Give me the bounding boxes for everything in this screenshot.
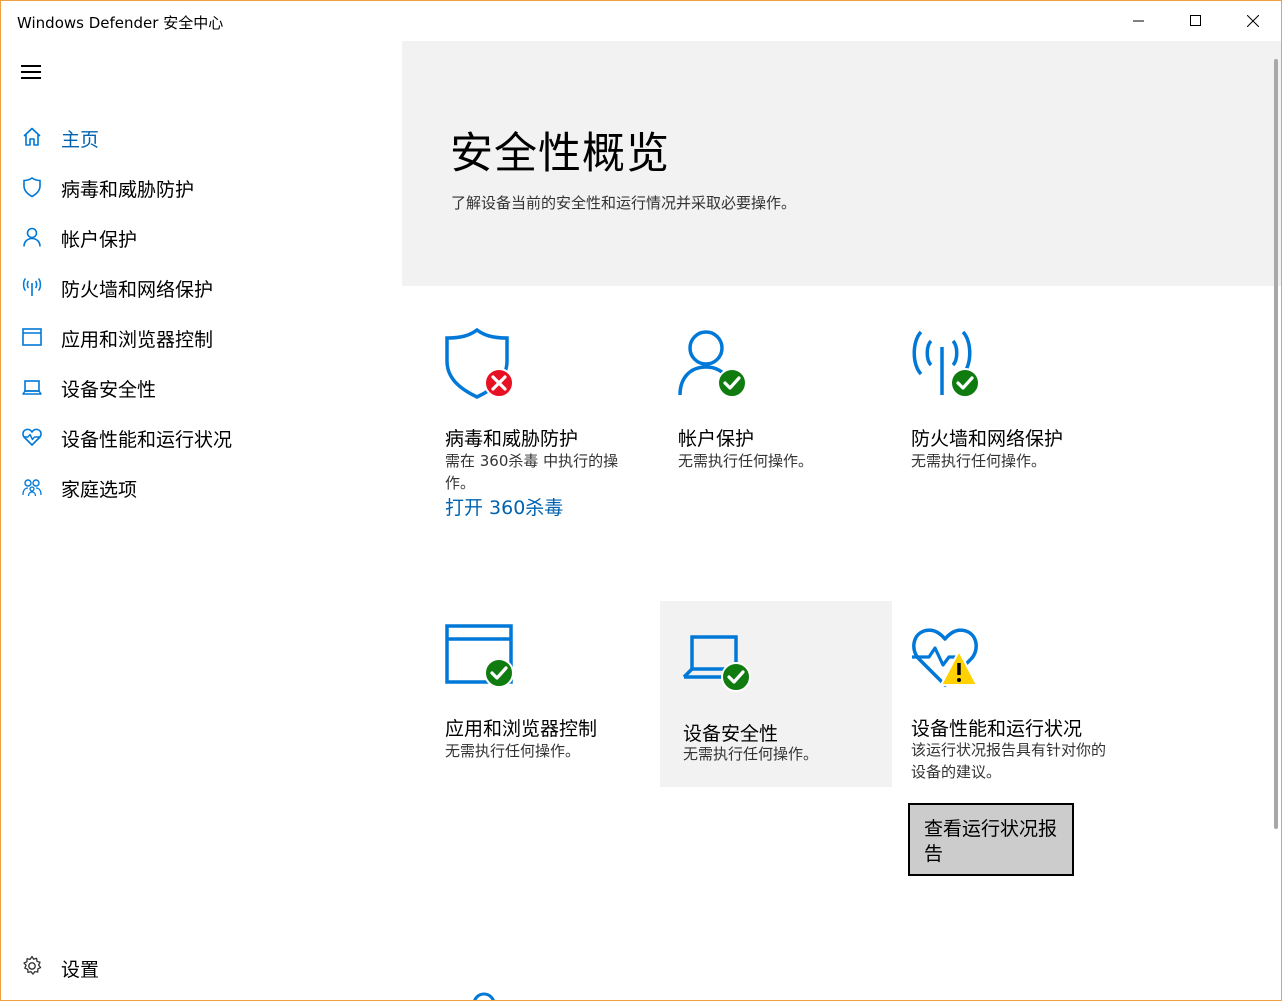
sidebar-item-device-security[interactable]: 设备安全性 bbox=[1, 364, 402, 408]
home-icon bbox=[23, 127, 41, 146]
sidebar-item-label: 病毒和威胁防护 bbox=[61, 179, 195, 201]
heart-pulse-icon bbox=[22, 428, 42, 446]
tile-description: 无需执行任何操作。 bbox=[683, 745, 819, 763]
person-icon bbox=[473, 992, 495, 1000]
tile-account-protection[interactable]: 帐户保护 无需执行任何操作。 bbox=[659, 311, 891, 491]
tile-device-security[interactable]: 设备安全性 无需执行任何操作。 bbox=[660, 601, 892, 787]
browser-window-icon bbox=[22, 328, 42, 346]
wireless-antenna-icon bbox=[912, 330, 980, 398]
tile-title: 防火墙和网络保护 bbox=[911, 428, 1064, 450]
page-subtitle: 了解设备当前的安全性和运行情况并采取必要操作。 bbox=[451, 194, 797, 212]
sidebar-item-label: 设备性能和运行状况 bbox=[61, 429, 233, 451]
ok-badge-icon bbox=[950, 368, 980, 398]
ok-badge-icon bbox=[484, 658, 514, 688]
sidebar-item-firewall[interactable]: 防火墙和网络保护 bbox=[1, 264, 402, 308]
sidebar-item-device-health[interactable]: 设备性能和运行状况 bbox=[1, 414, 402, 458]
tile-description: 无需执行任何操作。 bbox=[445, 742, 581, 760]
tile-device-health[interactable]: 设备性能和运行状况 该运行状况报告具有针对你的设备的建议。 bbox=[892, 601, 1124, 791]
sidebar-item-label: 设备安全性 bbox=[61, 379, 157, 401]
sidebar-item-home[interactable]: 主页 bbox=[1, 114, 402, 158]
sidebar-item-virus-protection[interactable]: 病毒和威胁防护 bbox=[1, 164, 402, 208]
tile-title: 病毒和威胁防护 bbox=[445, 428, 579, 450]
laptop-icon bbox=[682, 635, 751, 692]
sidebar-item-label: 设置 bbox=[61, 959, 100, 981]
ok-badge-icon bbox=[717, 368, 747, 398]
tile-virus-protection[interactable]: 病毒和威胁防护 需在 360杀毒 中执行的操作。 打开 360杀毒 bbox=[426, 311, 658, 531]
overview-header: 安全性概览 了解设备当前的安全性和运行情况并采取必要操作。 bbox=[402, 41, 1281, 286]
close-icon bbox=[1246, 15, 1259, 27]
minimize-icon bbox=[1132, 20, 1144, 22]
open-360-link[interactable]: 打开 360杀毒 bbox=[445, 493, 563, 520]
maximize-icon bbox=[1189, 15, 1201, 26]
sidebar-item-label: 应用和浏览器控制 bbox=[61, 329, 214, 351]
sidebar: 主页 病毒和威胁防护 帐户保护 防火墙和网络保护 应用和浏览器控制 设备安全性 … bbox=[1, 41, 402, 1000]
tile-description: 无需执行任何操作。 bbox=[911, 452, 1047, 470]
shield-icon bbox=[23, 177, 41, 198]
family-icon bbox=[22, 479, 42, 497]
tile-description: 需在 360杀毒 中执行的操作。 bbox=[445, 452, 619, 492]
heart-pulse-icon bbox=[912, 628, 978, 687]
sidebar-item-label: 主页 bbox=[61, 129, 100, 151]
hamburger-icon[interactable] bbox=[21, 65, 43, 81]
sidebar-item-app-browser-control[interactable]: 应用和浏览器控制 bbox=[1, 314, 402, 358]
tile-title: 应用和浏览器控制 bbox=[445, 718, 598, 740]
window-title: Windows Defender 安全中心 bbox=[17, 14, 224, 32]
gear-icon bbox=[23, 955, 42, 975]
page-title: 安全性概览 bbox=[450, 129, 670, 179]
title-bar: Windows Defender 安全中心 bbox=[1, 1, 1281, 41]
sidebar-item-account-protection[interactable]: 帐户保护 bbox=[1, 214, 402, 258]
tile-description: 无需执行任何操作。 bbox=[678, 452, 814, 470]
vertical-scrollbar[interactable] bbox=[1274, 59, 1278, 829]
sidebar-item-label: 防火墙和网络保护 bbox=[61, 279, 214, 301]
wireless-antenna-icon bbox=[22, 277, 42, 296]
sidebar-item-label: 家庭选项 bbox=[61, 479, 138, 501]
person-icon bbox=[23, 227, 41, 247]
maximize-button[interactable] bbox=[1167, 1, 1224, 41]
minimize-button[interactable] bbox=[1110, 1, 1167, 41]
browser-window-icon bbox=[445, 624, 514, 688]
close-button[interactable] bbox=[1224, 1, 1281, 41]
tile-app-browser-control[interactable]: 应用和浏览器控制 无需执行任何操作。 bbox=[426, 601, 658, 786]
tile-title: 设备安全性 bbox=[683, 723, 779, 745]
view-health-report-button[interactable]: 查看运行状况报告 bbox=[908, 803, 1074, 876]
sidebar-item-settings[interactable]: 设置 bbox=[1, 945, 402, 989]
tile-firewall[interactable]: 防火墙和网络保护 无需执行任何操作。 bbox=[892, 311, 1124, 491]
app-window: Windows Defender 安全中心 主页 病毒和威胁防护 帐户保护 防火… bbox=[0, 0, 1282, 1001]
person-icon bbox=[678, 330, 747, 398]
tile-title: 设备性能和运行状况 bbox=[911, 718, 1083, 740]
sidebar-item-family-options[interactable]: 家庭选项 bbox=[1, 464, 402, 508]
laptop-icon bbox=[22, 380, 42, 395]
sidebar-item-label: 帐户保护 bbox=[61, 229, 138, 251]
tile-title: 帐户保护 bbox=[678, 428, 755, 450]
shield-icon bbox=[445, 327, 514, 399]
tile-description: 该运行状况报告具有针对你的设备的建议。 bbox=[911, 741, 1107, 781]
ok-badge-icon bbox=[721, 662, 751, 692]
